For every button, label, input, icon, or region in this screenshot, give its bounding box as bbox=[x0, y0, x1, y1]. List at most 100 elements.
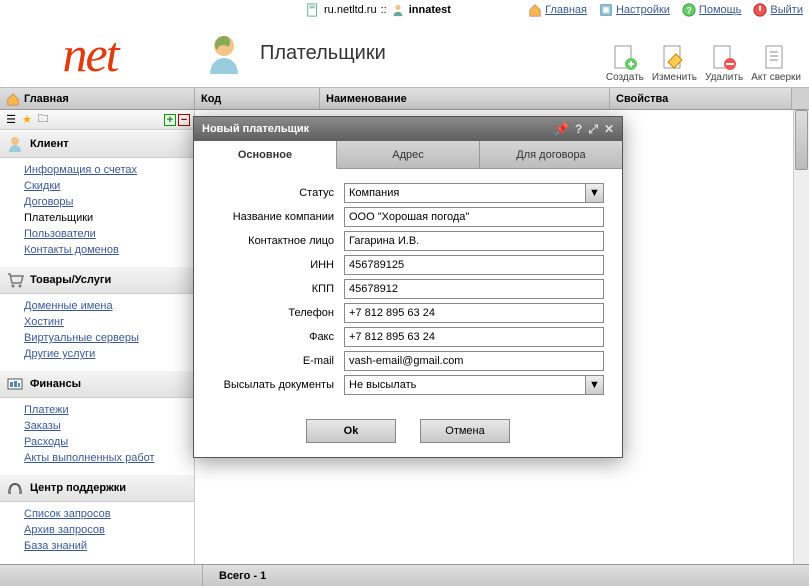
topbar: ru.netltd.ru :: innatest Главная Настрой… bbox=[0, 0, 809, 20]
menu-help-label[interactable]: Помощь bbox=[699, 4, 742, 16]
cat-finance[interactable]: Финансы bbox=[0, 370, 194, 398]
label-send: Высылать документы bbox=[204, 379, 344, 391]
input-inn[interactable] bbox=[344, 255, 604, 275]
sidebar-item-label[interactable]: Договоры bbox=[24, 196, 73, 208]
label-kpp: КПП bbox=[204, 283, 344, 295]
select-status[interactable]: Компания▼ bbox=[344, 183, 604, 203]
tool-expand-icon[interactable]: + bbox=[164, 114, 176, 126]
tab-contract[interactable]: Для договора bbox=[480, 141, 622, 168]
menu-home-label[interactable]: Главная bbox=[545, 4, 587, 16]
input-kpp[interactable] bbox=[344, 279, 604, 299]
sidebar-item-label[interactable]: Виртуальные серверы bbox=[24, 332, 139, 344]
sidebar-item-contracts[interactable]: Договоры bbox=[24, 194, 194, 210]
tool-collapse-icon[interactable]: − bbox=[178, 114, 190, 126]
cat-client-label: Клиент bbox=[30, 138, 69, 150]
headset-icon bbox=[6, 479, 24, 497]
close-icon[interactable]: ✕ bbox=[604, 122, 614, 137]
sidebar-item-label[interactable]: Другие услуги bbox=[24, 348, 95, 360]
input-fax[interactable] bbox=[344, 327, 604, 347]
tab-main[interactable]: Основное bbox=[194, 141, 337, 169]
sidebar-item-label[interactable]: Платежи bbox=[24, 404, 69, 416]
sidebar-item-label[interactable]: Заказы bbox=[24, 420, 61, 432]
menu-exit[interactable]: Выйти bbox=[753, 3, 803, 17]
sidebar-item-archive[interactable]: Архив запросов bbox=[24, 522, 194, 538]
status-total: Всего - 1 bbox=[219, 570, 266, 582]
menu-settings[interactable]: Настройки bbox=[599, 3, 670, 17]
sidebar-item-label[interactable]: База знаний bbox=[24, 540, 87, 552]
payer-icon bbox=[200, 30, 248, 78]
col-name-label: Наименование bbox=[326, 93, 407, 105]
chevron-down-icon[interactable]: ▼ bbox=[585, 184, 603, 202]
create-icon bbox=[611, 44, 639, 72]
sidebar-item-payments[interactable]: Платежи bbox=[24, 402, 194, 418]
scrollbar[interactable] bbox=[793, 110, 809, 564]
sidebar-item-kb[interactable]: База знаний bbox=[24, 538, 194, 554]
delete-button[interactable]: Удалить bbox=[705, 44, 743, 83]
input-company[interactable] bbox=[344, 207, 604, 227]
scrollbar-thumb[interactable] bbox=[795, 110, 808, 170]
chevron-down-icon[interactable]: ▼ bbox=[585, 376, 603, 394]
page-icon bbox=[306, 3, 320, 17]
col-config[interactable] bbox=[791, 88, 809, 109]
home-icon bbox=[6, 92, 20, 106]
sidebar-item-vps[interactable]: Виртуальные серверы bbox=[24, 330, 194, 346]
sidebar-item-label[interactable]: Акты выполненных работ bbox=[24, 452, 155, 464]
menu-exit-label[interactable]: Выйти bbox=[770, 4, 803, 16]
input-contact[interactable] bbox=[344, 231, 604, 251]
col-code[interactable]: Код bbox=[195, 88, 320, 109]
dialog-title-bar[interactable]: Новый плательщик 📌 ? ⤢ ✕ bbox=[194, 117, 622, 141]
sidebar-item-label[interactable]: Доменные имена bbox=[24, 300, 113, 312]
pin-icon[interactable]: 📌 bbox=[554, 122, 569, 137]
select-send[interactable]: Не высылать▼ bbox=[344, 375, 604, 395]
menu-help[interactable]: ? Помощь bbox=[682, 3, 742, 17]
sidebar-item-label[interactable]: Список запросов bbox=[24, 508, 111, 520]
sidebar-item-label[interactable]: Скидки bbox=[24, 180, 60, 192]
sidebar-item-orders[interactable]: Заказы bbox=[24, 418, 194, 434]
tool-star-icon[interactable]: ★ bbox=[20, 113, 34, 127]
goods-items: Доменные имена Хостинг Виртуальные серве… bbox=[0, 294, 194, 370]
create-label: Создать bbox=[606, 72, 644, 83]
dialog-form: Статус Компания▼ Название компании Конта… bbox=[194, 169, 622, 409]
menu-settings-label[interactable]: Настройки bbox=[616, 4, 670, 16]
logo: net bbox=[10, 24, 170, 84]
menu-home[interactable]: Главная bbox=[528, 3, 587, 17]
ok-button[interactable]: Ok bbox=[306, 419, 396, 443]
edit-button[interactable]: Изменить bbox=[652, 44, 697, 83]
sidebar-item-acts[interactable]: Акты выполненных работ bbox=[24, 450, 194, 466]
tool-folder-icon[interactable]: 🗀 bbox=[36, 113, 50, 127]
sidebar-item-domains[interactable]: Доменные имена bbox=[24, 298, 194, 314]
cat-support[interactable]: Центр поддержки bbox=[0, 474, 194, 502]
sidebar-item-label[interactable]: Хостинг bbox=[24, 316, 64, 328]
col-props[interactable]: Свойства bbox=[610, 88, 791, 109]
label-email: E-mail bbox=[204, 355, 344, 367]
maximize-icon[interactable]: ⤢ bbox=[588, 122, 598, 137]
cat-goods[interactable]: Товары/Услуги bbox=[0, 266, 194, 294]
input-phone[interactable] bbox=[344, 303, 604, 323]
sidebar-item-label[interactable]: Архив запросов bbox=[24, 524, 105, 536]
sidebar-item-tickets[interactable]: Список запросов bbox=[24, 506, 194, 522]
create-button[interactable]: Создать bbox=[606, 44, 644, 83]
sidebar-item-users[interactable]: Пользователи bbox=[24, 226, 194, 242]
sidebar-item-discounts[interactable]: Скидки bbox=[24, 178, 194, 194]
sidebar-item-payers[interactable]: Плательщики bbox=[24, 210, 194, 226]
sidebar-item-label[interactable]: Информация о счетах bbox=[24, 164, 137, 176]
input-email[interactable] bbox=[344, 351, 604, 371]
cancel-button[interactable]: Отмена bbox=[420, 419, 510, 443]
col-name[interactable]: Наименование bbox=[320, 88, 610, 109]
user-icon bbox=[391, 3, 405, 17]
sidebar-item-accounts[interactable]: Информация о счетах bbox=[24, 162, 194, 178]
sidebar-item-expenses[interactable]: Расходы bbox=[24, 434, 194, 450]
sidebar-item-other[interactable]: Другие услуги bbox=[24, 346, 194, 362]
sidebar-item-label[interactable]: Пользователи bbox=[24, 228, 96, 240]
tool-list-icon[interactable]: ☰ bbox=[4, 113, 18, 127]
recon-button[interactable]: Акт сверки bbox=[751, 44, 801, 83]
sidebar-item-label[interactable]: Расходы bbox=[24, 436, 68, 448]
help-icon[interactable]: ? bbox=[575, 122, 582, 137]
sidebar-item-hosting[interactable]: Хостинг bbox=[24, 314, 194, 330]
sidebar-item-domain-contacts[interactable]: Контакты доменов bbox=[24, 242, 194, 258]
tab-address[interactable]: Адрес bbox=[337, 141, 480, 168]
col-home[interactable]: Главная bbox=[0, 88, 195, 109]
status-left bbox=[8, 565, 203, 586]
cat-client[interactable]: Клиент bbox=[0, 130, 194, 158]
sidebar-item-label[interactable]: Контакты доменов bbox=[24, 244, 119, 256]
